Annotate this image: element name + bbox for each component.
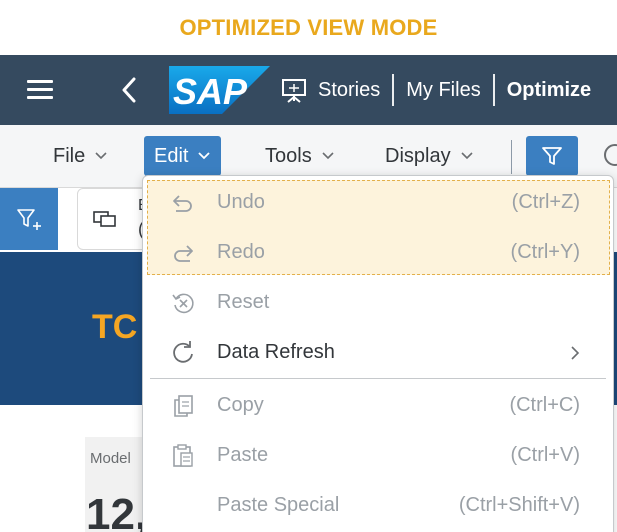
nav-divider <box>392 74 395 106</box>
nav-my-files[interactable]: My Files <box>406 79 480 102</box>
display-menu-label: Display <box>385 144 451 167</box>
display-menu[interactable]: Display <box>375 136 484 176</box>
menu-item-reset[interactable]: Reset <box>142 277 614 327</box>
menu-item-paste-special[interactable]: Paste Special (Ctrl+Shift+V) <box>142 480 614 530</box>
menu-item-label: Reset <box>217 291 270 313</box>
menu-item-copy[interactable]: Copy (Ctrl+C) <box>142 380 614 430</box>
add-filter-button[interactable] <box>0 188 58 250</box>
filter-add-icon <box>17 209 41 230</box>
file-menu-label: File <box>53 144 86 167</box>
nav-divider <box>492 74 495 106</box>
menu-item-shortcut: (Ctrl+C) <box>509 394 580 416</box>
paste-icon <box>173 444 193 467</box>
menu-item-redo[interactable]: Redo (Ctrl+Y) <box>142 227 614 277</box>
tools-menu-label: Tools <box>265 144 312 167</box>
menu-item-label: Undo <box>217 191 265 213</box>
file-menu[interactable]: File <box>43 136 118 176</box>
menu-item-label: Copy <box>217 394 264 416</box>
menu-item-paste[interactable]: Paste (Ctrl+V) <box>142 430 614 480</box>
banner-title: TC <box>92 308 138 346</box>
view-mode-caption: OPTIMIZED VIEW MODE <box>179 14 438 40</box>
back-arrow-icon[interactable] <box>119 75 139 105</box>
undo-icon <box>173 195 192 212</box>
chevron-down-icon <box>322 152 334 160</box>
sap-logo-text: SAP <box>173 71 248 112</box>
edit-menu-label: Edit <box>154 144 189 167</box>
menu-item-label: Paste <box>217 444 269 466</box>
menu-separator <box>150 378 606 379</box>
menu-item-data-refresh[interactable]: Data Refresh <box>142 327 614 377</box>
filter-button[interactable] <box>526 136 578 176</box>
menu-item-label: Data Refresh <box>217 341 335 363</box>
nav-stories[interactable]: Stories <box>318 79 380 102</box>
menu-item-shortcut: (Ctrl+V) <box>510 444 580 466</box>
toolbar-divider <box>511 140 512 174</box>
presentation-board-icon <box>282 79 306 103</box>
refresh-icon <box>173 341 193 363</box>
menu-item-label: Paste Special <box>217 494 340 516</box>
hamburger-menu-icon[interactable] <box>27 80 53 100</box>
menu-item-shortcut: (Ctrl+Y) <box>510 241 580 263</box>
sap-logo[interactable]: SAP <box>169 66 270 114</box>
tools-menu[interactable]: Tools <box>255 136 345 176</box>
kpi-tile-label: Model <box>90 450 131 467</box>
reset-icon <box>172 293 194 314</box>
menu-item-label: Redo <box>217 241 265 263</box>
funnel-icon <box>542 147 562 165</box>
shell-bar: SAP Stories My Files Optimize <box>0 55 617 125</box>
shell-nav: Stories My Files Optimize <box>280 55 591 125</box>
chevron-right-icon <box>571 346 580 360</box>
menu-item-shortcut: (Ctrl+Z) <box>511 191 580 213</box>
menu-item-undo[interactable]: Undo (Ctrl+Z) <box>142 177 614 227</box>
menu-item-shortcut: (Ctrl+Shift+V) <box>458 494 580 516</box>
edit-menu[interactable]: Edit <box>144 136 222 176</box>
copy-icon <box>174 395 193 417</box>
redo-icon <box>174 245 193 262</box>
chevron-down-icon <box>95 152 107 160</box>
chevron-down-icon <box>461 152 473 160</box>
linked-pages-icon <box>93 211 116 227</box>
chevron-down-icon <box>198 152 211 160</box>
nav-optimize[interactable]: Optimize <box>507 79 591 102</box>
